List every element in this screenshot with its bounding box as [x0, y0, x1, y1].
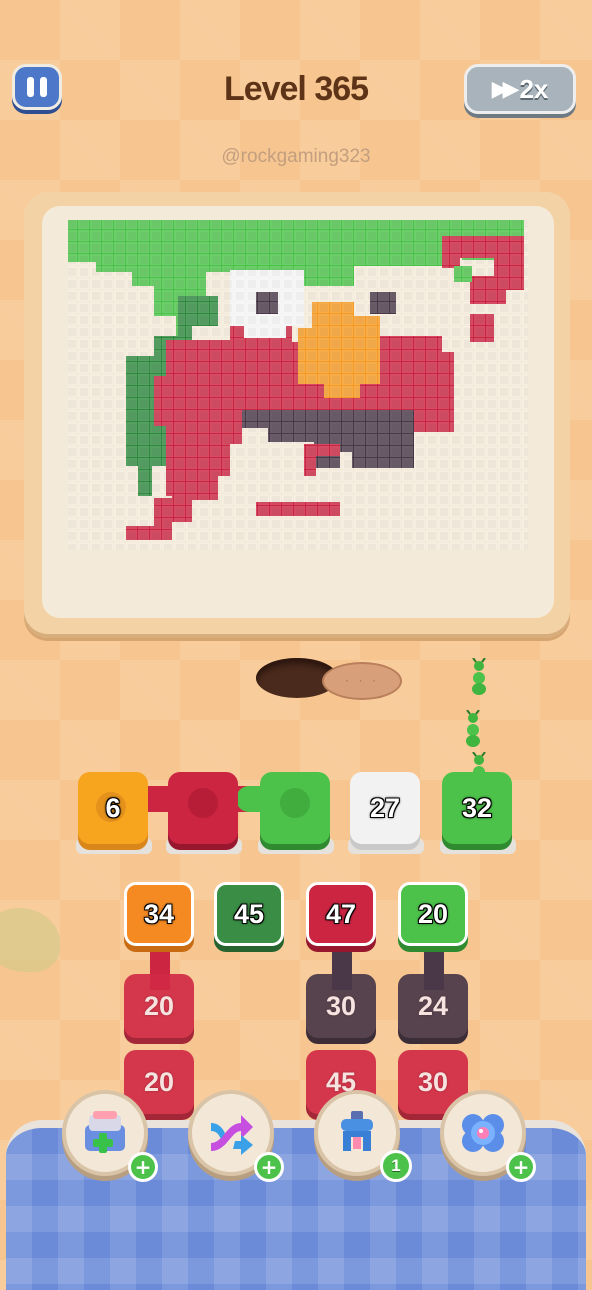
speed-button[interactable]: ▶▶ 2x — [464, 64, 576, 114]
crate-plus-icon — [85, 1111, 125, 1153]
speed-label: 2x — [519, 73, 549, 104]
queue-tile: 24 — [398, 974, 468, 1038]
conveyor-slot-1[interactable]: 6 — [78, 772, 148, 844]
conveyor-slot-5[interactable]: 32 — [442, 772, 512, 844]
tile-value: 20 — [143, 1066, 175, 1097]
queue-tile: 20 — [124, 974, 194, 1038]
pixel-bird-artwork — [68, 220, 528, 550]
slot-knob — [280, 788, 310, 818]
add-booster-plus-icon[interactable]: + — [506, 1152, 536, 1182]
tile-value: 45 — [233, 898, 265, 929]
picture-board — [42, 206, 554, 618]
claw-magnet-icon — [341, 1111, 373, 1151]
queue-tile-top[interactable]: 20 — [398, 882, 468, 946]
conveyor-slot-3[interactable] — [260, 772, 330, 844]
booster-count-badge: 1 — [380, 1150, 412, 1182]
queue-tile-top[interactable]: 45 — [214, 882, 284, 946]
leaf-decoration — [0, 908, 60, 972]
queue-tile-top[interactable]: 47 — [306, 882, 376, 946]
ant-icon — [472, 658, 486, 695]
conveyor-slot-2[interactable] — [168, 772, 238, 844]
tile-value: 20 — [417, 898, 449, 929]
watermark: @rockgaming323 — [221, 146, 371, 167]
slot-value: 6 — [105, 792, 121, 823]
ant-icon — [466, 710, 480, 747]
tile-value: 30 — [325, 990, 357, 1021]
hole-lid: · · · — [322, 662, 402, 700]
add-booster-plus-icon[interactable]: + — [128, 1152, 158, 1182]
fast-forward-icon: ▶▶ — [491, 76, 520, 102]
tile-value: 34 — [143, 898, 175, 929]
conveyor-slot-4[interactable]: 27 — [350, 772, 420, 844]
bubble-icon — [462, 1114, 504, 1152]
slot-value: 27 — [369, 792, 401, 823]
slot-value: 32 — [461, 792, 493, 823]
tile-value: 47 — [325, 898, 357, 929]
queue-tile-top[interactable]: 34 — [124, 882, 194, 946]
tile-value: 24 — [417, 990, 449, 1021]
slot-knob — [188, 788, 218, 818]
shuffle-arrows-icon — [211, 1115, 253, 1155]
tile-value: 30 — [417, 1066, 449, 1097]
add-booster-plus-icon[interactable]: + — [254, 1152, 284, 1182]
queue-tile: 30 — [306, 974, 376, 1038]
tile-value: 20 — [143, 990, 175, 1021]
